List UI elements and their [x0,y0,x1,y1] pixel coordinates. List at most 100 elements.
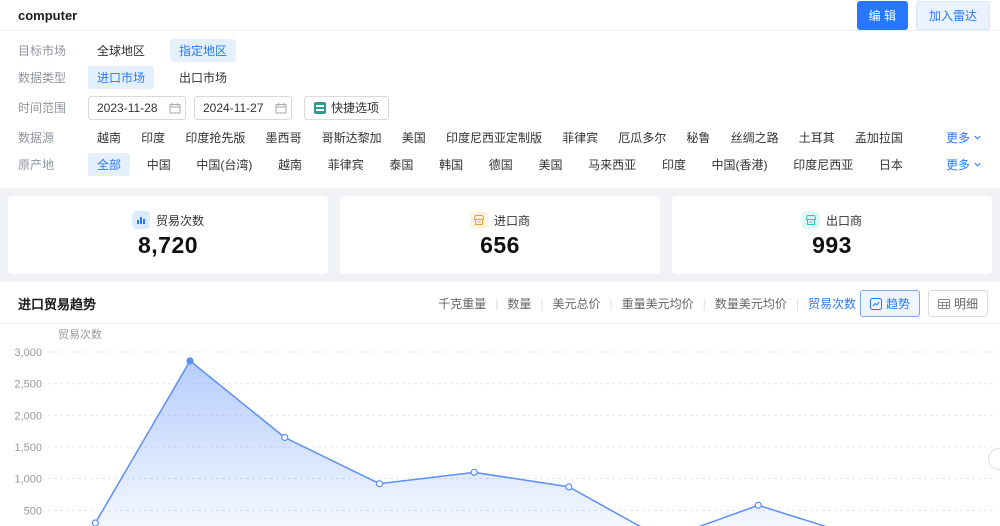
filter-row-label: 目标市场 [18,42,88,59]
filter-row-data-source: 数据源越南印度印度抢先版墨西哥哥斯达黎加美国印度尼西亚定制版菲律宾厄瓜多尔秘鲁丝… [18,124,982,151]
more-link[interactable]: 更多 [946,156,982,173]
filter-option[interactable]: 印度抢先版 [176,126,254,149]
stat-card: 进口商 656 [340,196,660,274]
chart-title: 进口贸易趋势 [18,294,96,313]
chevron-down-icon [973,133,982,142]
filter-row-label: 数据类型 [18,69,88,86]
filter-option[interactable]: 进口市场 [88,66,154,89]
metric-toggle[interactable]: 重量美元均价 [622,295,694,312]
stat-card-header: 贸易次数 [132,211,204,229]
filter-option[interactable]: 土耳其 [790,126,844,149]
trend-chart-icon [870,298,882,310]
stat-card: 出口商993 [672,196,992,274]
filter-option[interactable]: 指定地区 [170,39,236,62]
detail-view-label: 明细 [954,295,978,312]
chevron-down-icon [973,160,982,169]
filter-option[interactable]: 日本 [870,153,912,176]
trend-line-chart[interactable]: 贸易次数05001,0001,5002,0002,5003,0002023-11… [0,324,1000,526]
filter-option[interactable]: 印度尼西亚 [784,153,862,176]
metric-toggle[interactable]: 千克重量 [438,295,486,312]
filter-option[interactable]: 德国 [480,153,522,176]
filter-option[interactable]: 菲律宾 [319,153,373,176]
filter-option[interactable]: 美国 [529,153,571,176]
filter-row-label: 原产地 [18,156,88,173]
metric-toggle[interactable]: 数量美元均价 [715,295,787,312]
filter-option[interactable]: 全球地区 [88,39,154,62]
stat-card-header: 进口商 [470,211,530,229]
data-point[interactable] [376,481,382,487]
y-tick-label: 3,000 [14,347,42,359]
filter-option[interactable]: 全部 [88,153,130,176]
stat-card-label: 进口商 [494,212,530,229]
stat-card-label: 出口商 [826,212,862,229]
start-date-input[interactable]: 2023-11-28 [88,96,186,120]
quick-options-icon [314,102,326,114]
metric-toggles: 千克重量|数量|美元总价|重量美元均价|数量美元均价|贸易次数 [438,295,856,312]
metric-separator: | [796,297,799,311]
data-point[interactable] [92,520,98,526]
topbar-actions: 编 辑 加入雷达 [857,1,990,30]
stat-card-label: 贸易次数 [156,212,204,229]
trend-view-button[interactable]: 趋势 [860,290,920,317]
trend-view-label: 趋势 [886,295,910,312]
filter-option[interactable]: 墨西哥 [256,126,310,149]
filter-option[interactable]: 出口市场 [170,66,236,89]
filter-option[interactable]: 哥斯达黎加 [313,126,391,149]
chart-header: 进口贸易趋势 千克重量|数量|美元总价|重量美元均价|数量美元均价|贸易次数 趋… [0,282,1000,324]
filter-option[interactable]: 印度 [132,126,174,149]
filter-option[interactable]: 韩国 [430,153,472,176]
importer-shop-icon [470,211,488,229]
stat-card-value: 656 [480,232,520,259]
area-fill [95,361,947,526]
filter-option[interactable]: 泰国 [380,153,422,176]
filter-option[interactable]: 中国 [138,153,180,176]
filter-option[interactable]: 秘鲁 [677,126,719,149]
filter-option[interactable]: 印度尼西亚定制版 [437,126,551,149]
start-date-value: 2023-11-28 [97,101,158,115]
data-point[interactable] [566,484,572,490]
stat-cards: 贸易次数 8,720 进口商 656 出口商993 [0,188,1000,274]
table-grid-icon [938,298,950,310]
quick-options-button[interactable]: 快捷选项 [304,96,389,120]
filter-option[interactable]: 孟加拉国 [846,126,912,149]
data-point[interactable] [187,358,193,364]
filter-row-data-type: 数据类型进口市场出口市场 [18,64,982,91]
detail-view-button[interactable]: 明细 [928,290,988,317]
y-tick-label: 2,500 [14,379,42,391]
filter-option[interactable]: 中国(台湾) [187,153,261,176]
filter-row-origin: 原产地全部中国中国(台湾) 越南菲律宾泰国韩国德国美国马来西亚印度中国(香港) 印度… [18,151,982,178]
data-point[interactable] [755,502,761,508]
filter-options: 全部中国中国(台湾) 越南菲律宾泰国韩国德国美国马来西亚印度中国(香港) 印度尼西亚… [88,153,912,176]
filter-option[interactable]: 厄瓜多尔 [609,126,675,149]
more-link[interactable]: 更多 [946,129,982,146]
join-radar-button[interactable]: 加入雷达 [916,1,990,30]
filter-option[interactable]: 越南 [269,153,311,176]
filter-option[interactable]: 美国 [393,126,435,149]
y-tick-label: 2,000 [14,410,42,422]
calendar-icon [169,102,181,114]
data-point[interactable] [471,469,477,475]
y-tick-label: 1,500 [14,442,42,454]
filter-option[interactable]: 中国(香港) [703,153,777,176]
data-point[interactable] [282,435,288,441]
stat-card-value: 8,720 [138,232,198,259]
edit-button[interactable]: 编 辑 [857,1,908,30]
metric-toggle[interactable]: 美元总价 [553,295,601,312]
filter-option[interactable]: 丝绸之路 [722,126,788,149]
filter-panel: 目标市场全球地区指定地区数据类型进口市场出口市场 时间范围 2023-11-28… [0,31,1000,188]
metric-toggle[interactable]: 数量 [507,295,531,312]
bar-chart-icon [132,211,150,229]
chart-panel: 进口贸易趋势 千克重量|数量|美元总价|重量美元均价|数量美元均价|贸易次数 趋… [0,282,1000,526]
filter-option[interactable]: 印度 [653,153,695,176]
time-range-label: 时间范围 [18,99,88,116]
metric-toggle[interactable]: 贸易次数 [808,295,856,312]
time-range-row: 时间范围 2023-11-28 2024-11-27 快捷选项 [18,94,982,121]
filter-option[interactable]: 越南 [88,126,130,149]
end-date-input[interactable]: 2024-11-27 [194,96,292,120]
y-tick-label: 500 [24,505,42,517]
stat-card-header: 出口商 [802,211,862,229]
metric-separator: | [703,297,706,311]
filter-row-target-market: 目标市场全球地区指定地区 [18,37,982,64]
filter-option[interactable]: 菲律宾 [553,126,607,149]
filter-option[interactable]: 马来西亚 [579,153,645,176]
